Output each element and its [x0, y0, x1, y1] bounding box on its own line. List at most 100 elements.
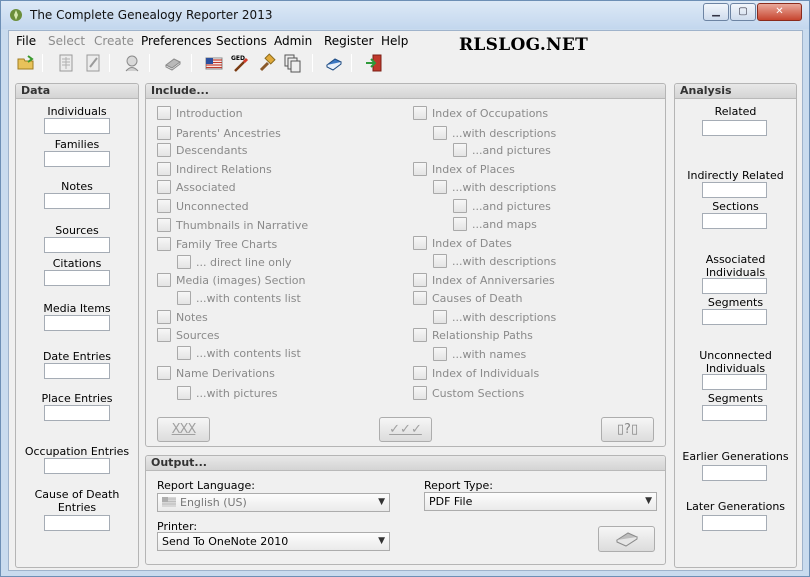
menu-register[interactable]: Register — [324, 34, 373, 48]
report-language-label: Report Language: — [157, 479, 255, 492]
data-panel: Data Individuals Families Notes Sources … — [15, 83, 139, 568]
menu-create[interactable]: Create — [94, 34, 134, 48]
include-index-individuals-checkbox[interactable]: Index of Individuals — [413, 366, 539, 380]
cause-of-death-entries-count-box — [44, 515, 110, 531]
document-grid-icon[interactable] — [56, 53, 76, 73]
exit-door-icon[interactable] — [364, 53, 384, 73]
earlier-generations-count-box — [702, 465, 767, 481]
maximize-button[interactable]: ▢ — [730, 3, 756, 21]
toolbar: GED — [9, 51, 804, 75]
individuals-count-box — [44, 118, 110, 134]
section-options-button[interactable]: ▯?▯ — [601, 417, 654, 442]
include-thumbnails-checkbox[interactable]: Thumbnails in Narrative — [157, 218, 308, 232]
minimize-button[interactable]: ▁ — [703, 3, 729, 21]
analysis-panel-title: Analysis — [675, 84, 796, 99]
include-occupations-pictures-checkbox[interactable]: ...and pictures — [453, 143, 551, 157]
close-button[interactable]: ✕ — [757, 3, 802, 21]
menu-file[interactable]: File — [16, 34, 36, 48]
include-places-pictures-checkbox[interactable]: ...and pictures — [453, 199, 551, 213]
toolbar-separator — [191, 54, 192, 72]
create-report-button[interactable] — [598, 526, 655, 552]
include-direct-line-only-checkbox[interactable]: ... direct line only — [177, 255, 292, 269]
document-edit-icon[interactable] — [83, 53, 103, 73]
include-media-section-checkbox[interactable]: Media (images) Section — [157, 273, 305, 287]
indirectly-related-count-box — [702, 182, 767, 198]
client-area: File Select Create Preferences Sections … — [8, 30, 803, 571]
toolbar-separator — [42, 54, 43, 72]
menu-sections[interactable]: Sections — [216, 34, 267, 48]
include-panel: Include... Introduction Parents' Ancestr… — [145, 83, 666, 447]
citations-label: Citations — [52, 257, 102, 270]
date-entries-label: Date Entries — [42, 350, 112, 363]
include-relationship-names-checkbox[interactable]: ...with names — [433, 347, 526, 361]
include-relationship-paths-checkbox[interactable]: Relationship Paths — [413, 328, 533, 342]
output-panel-title: Output... — [146, 456, 665, 471]
include-name-derivations-pictures-checkbox[interactable]: ...with pictures — [177, 386, 277, 400]
later-generations-label: Later Generations — [685, 500, 786, 513]
occupation-entries-label: Occupation Entries — [24, 445, 130, 458]
include-dates-descriptions-checkbox[interactable]: ...with descriptions — [433, 254, 556, 268]
include-index-anniversaries-checkbox[interactable]: Index of Anniversaries — [413, 273, 555, 287]
deselect-all-button[interactable]: XXX — [157, 417, 210, 442]
menu-help[interactable]: Help — [381, 34, 408, 48]
book-gray-icon[interactable] — [163, 53, 183, 73]
include-descendants-checkbox[interactable]: Descendants — [157, 143, 248, 157]
select-all-button[interactable]: ✓✓✓ — [379, 417, 432, 442]
place-entries-count-box — [44, 405, 110, 421]
include-introduction-checkbox[interactable]: Introduction — [157, 106, 243, 120]
printer-select[interactable]: Send To OneNote 2010 ▼ — [157, 532, 390, 551]
notes-label: Notes — [61, 180, 93, 193]
unconnected-individuals-count-box — [702, 374, 767, 390]
associated-individuals-label: Associated Individuals — [705, 253, 766, 279]
include-occupations-descriptions-checkbox[interactable]: ...with descriptions — [433, 126, 556, 140]
associated-segments-count-box — [702, 309, 767, 325]
title-bar: The Complete Genealogy Reporter 2013 ▁ ▢… — [1, 1, 809, 29]
indirect-sections-label: Sections — [712, 200, 759, 213]
hammer-icon[interactable] — [256, 53, 276, 73]
toolbar-separator — [149, 54, 150, 72]
include-places-maps-checkbox[interactable]: ...and maps — [453, 217, 537, 231]
include-index-occupations-checkbox[interactable]: Index of Occupations — [413, 106, 548, 120]
app-icon — [10, 9, 22, 21]
include-sources-checkbox[interactable]: Sources — [157, 328, 220, 342]
include-sources-contents-list-checkbox[interactable]: ...with contents list — [177, 346, 301, 360]
include-name-derivations-checkbox[interactable]: Name Derivations — [157, 366, 275, 380]
person-head-icon[interactable] — [122, 53, 142, 73]
book-blue-icon[interactable] — [324, 53, 344, 73]
unconnected-segments-count-box — [702, 405, 767, 421]
related-label: Related — [714, 105, 757, 118]
cause-of-death-entries-label: Cause of Death Entries — [34, 488, 120, 514]
later-generations-count-box — [702, 515, 767, 531]
include-media-contents-list-checkbox[interactable]: ...with contents list — [177, 291, 301, 305]
window-title: The Complete Genealogy Reporter 2013 — [30, 8, 273, 22]
include-custom-sections-checkbox[interactable]: Custom Sections — [413, 386, 524, 400]
include-family-tree-charts-checkbox[interactable]: Family Tree Charts — [157, 237, 277, 251]
menu-admin[interactable]: Admin — [274, 34, 312, 48]
analysis-panel: Analysis Related Indirectly Related Sect… — [674, 83, 797, 568]
menu-preferences[interactable]: Preferences — [141, 34, 212, 48]
report-language-select[interactable]: English (US) ▼ — [157, 493, 390, 512]
report-type-select[interactable]: PDF File ▼ — [424, 492, 657, 511]
open-folder-icon[interactable] — [16, 53, 36, 73]
include-index-dates-checkbox[interactable]: Index of Dates — [413, 236, 512, 250]
indirect-sections-count-box — [702, 213, 767, 229]
individuals-label: Individuals — [47, 105, 107, 118]
include-causes-descriptions-checkbox[interactable]: ...with descriptions — [433, 310, 556, 324]
associated-individuals-count-box — [702, 278, 767, 294]
menu-select[interactable]: Select — [48, 34, 85, 48]
toolbar-separator — [351, 54, 352, 72]
include-index-places-checkbox[interactable]: Index of Places — [413, 162, 515, 176]
include-causes-of-death-checkbox[interactable]: Causes of Death — [413, 291, 522, 305]
document-stack-icon[interactable] — [282, 53, 302, 73]
output-panel: Output... Report Language: English (US) … — [145, 455, 666, 565]
toolbar-separator — [109, 54, 110, 72]
include-indirect-relations-checkbox[interactable]: Indirect Relations — [157, 162, 272, 176]
citations-count-box — [44, 270, 110, 286]
include-notes-checkbox[interactable]: Notes — [157, 310, 208, 324]
include-parents-ancestries-checkbox[interactable]: Parents' Ancestries — [157, 126, 281, 140]
include-places-descriptions-checkbox[interactable]: ...with descriptions — [433, 180, 556, 194]
include-associated-checkbox[interactable]: Associated — [157, 180, 236, 194]
us-flag-icon[interactable] — [204, 53, 224, 73]
include-unconnected-checkbox[interactable]: Unconnected — [157, 199, 249, 213]
gedcom-wand-icon[interactable]: GED — [230, 53, 250, 73]
